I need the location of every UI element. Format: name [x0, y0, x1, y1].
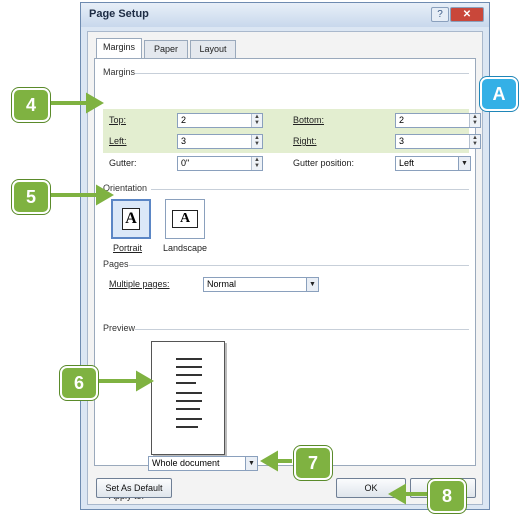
callout-7: 7: [294, 446, 332, 480]
arrow-8-head: [388, 483, 406, 505]
callout-8: 8: [428, 479, 466, 513]
callout-4: 4: [12, 88, 50, 122]
arrow-5-head: [96, 184, 114, 206]
callout-arrows: [46, 92, 428, 505]
arrow-6-head: [136, 370, 154, 392]
callout-5: 5: [12, 180, 50, 214]
callout-6: 6: [60, 366, 98, 400]
callout-a: A: [480, 77, 518, 111]
arrow-4-head: [86, 92, 104, 114]
arrow-7-head: [260, 450, 278, 472]
